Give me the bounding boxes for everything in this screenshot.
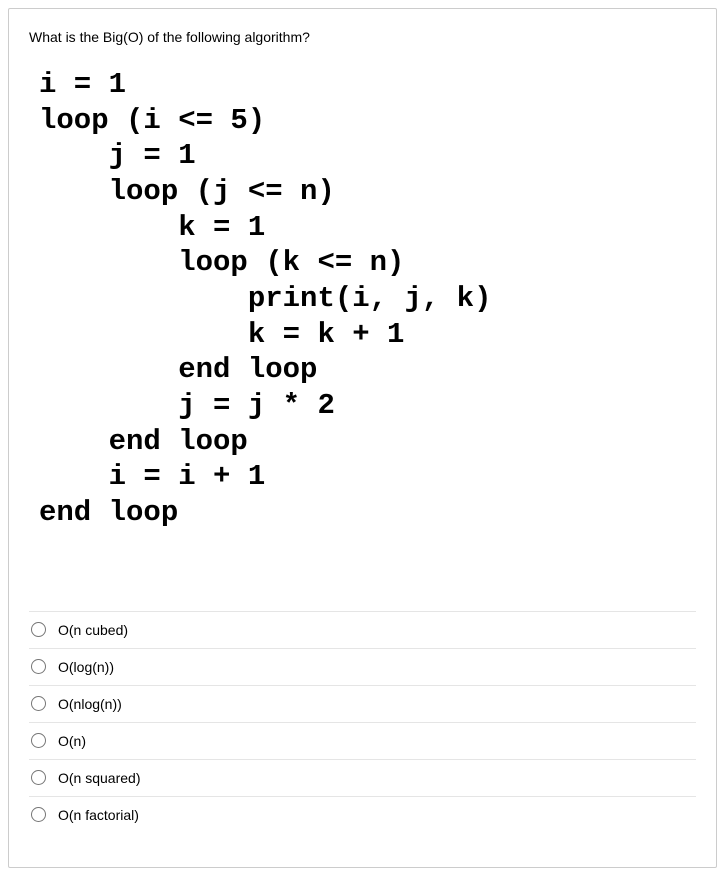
option-label: O(nlog(n)) (58, 696, 122, 712)
option-label: O(n factorial) (58, 807, 139, 823)
option-row[interactable]: O(n) (29, 722, 696, 759)
algorithm-code: i = 1 loop (i <= 5) j = 1 loop (j <= n) … (39, 67, 696, 531)
option-radio[interactable] (31, 696, 46, 711)
option-row[interactable]: O(nlog(n)) (29, 685, 696, 722)
question-card: What is the Big(O) of the following algo… (8, 8, 717, 868)
option-row[interactable]: O(n factorial) (29, 796, 696, 833)
option-label: O(n cubed) (58, 622, 128, 638)
option-radio[interactable] (31, 622, 46, 637)
option-row[interactable]: O(n squared) (29, 759, 696, 796)
option-label: O(n squared) (58, 770, 140, 786)
option-row[interactable]: O(log(n)) (29, 648, 696, 685)
option-row[interactable]: O(n cubed) (29, 611, 696, 648)
option-radio[interactable] (31, 770, 46, 785)
option-label: O(n) (58, 733, 86, 749)
question-prompt: What is the Big(O) of the following algo… (29, 29, 696, 45)
option-radio[interactable] (31, 807, 46, 822)
options-list: O(n cubed) O(log(n)) O(nlog(n)) O(n) O(n… (29, 611, 696, 833)
option-label: O(log(n)) (58, 659, 114, 675)
option-radio[interactable] (31, 659, 46, 674)
option-radio[interactable] (31, 733, 46, 748)
